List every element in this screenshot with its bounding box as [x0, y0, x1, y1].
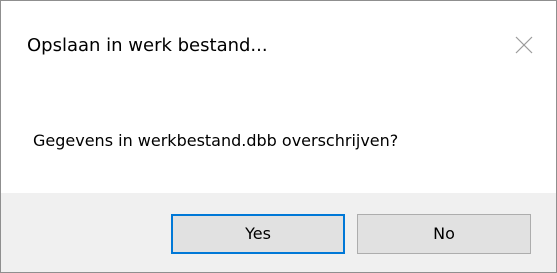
title-bar: Opslaan in werk bestand... — [1, 1, 556, 95]
close-button[interactable] — [511, 32, 537, 58]
close-icon — [515, 36, 533, 54]
dialog-message: Gegevens in werkbestand.dbb overschrijve… — [33, 131, 399, 150]
dialog-title: Opslaan in werk bestand... — [27, 35, 268, 56]
no-button[interactable]: No — [357, 214, 531, 254]
button-bar: Yes No — [1, 193, 556, 272]
message-dialog: Opslaan in werk bestand... Gegevens in w… — [0, 0, 557, 273]
yes-button[interactable]: Yes — [171, 214, 345, 254]
